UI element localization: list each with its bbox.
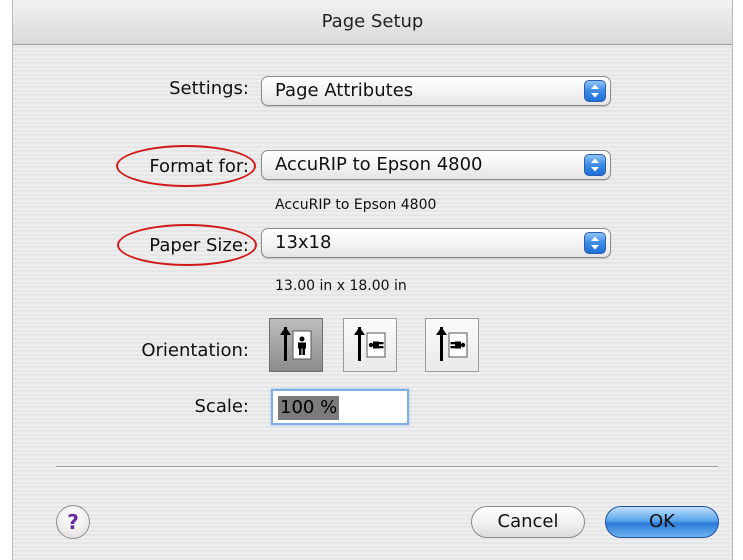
cancel-button[interactable]: Cancel xyxy=(471,506,585,538)
paper-size-popup[interactable]: 13x18 xyxy=(261,228,611,258)
popup-arrows-icon xyxy=(584,154,606,176)
window-title: Page Setup xyxy=(13,0,732,45)
format-for-value: AccuRIP to Epson 4800 xyxy=(275,154,483,175)
divider xyxy=(56,466,718,468)
orientation-label: Orientation: xyxy=(141,340,249,361)
scale-value: 100 % xyxy=(278,396,340,420)
annotation-circle xyxy=(116,145,256,187)
settings-value: Page Attributes xyxy=(275,80,414,101)
popup-arrows-icon xyxy=(584,232,606,254)
orientation-landscape-left-button[interactable] xyxy=(343,318,397,372)
orientation-portrait-button[interactable] xyxy=(269,318,323,372)
orientation-landscape-right-button[interactable] xyxy=(425,318,479,372)
format-for-description: AccuRIP to Epson 4800 xyxy=(275,197,437,213)
ok-button[interactable]: OK xyxy=(605,506,719,538)
annotation-circle xyxy=(117,224,257,266)
landscape-left-icon xyxy=(354,327,386,361)
help-button[interactable]: ? xyxy=(56,505,90,539)
landscape-right-icon xyxy=(436,327,468,361)
paper-size-description: 13.00 in x 18.00 in xyxy=(275,278,407,294)
settings-popup[interactable]: Page Attributes xyxy=(261,76,611,106)
popup-arrows-icon xyxy=(584,80,606,102)
page-setup-dialog: Page Setup Settings: Page Attributes For… xyxy=(12,0,733,560)
paper-size-value: 13x18 xyxy=(275,232,332,253)
format-for-popup[interactable]: AccuRIP to Epson 4800 xyxy=(261,150,611,180)
scale-input[interactable]: 100 % xyxy=(271,389,409,425)
portrait-icon xyxy=(280,327,312,361)
settings-label: Settings: xyxy=(169,78,249,99)
scale-label: Scale: xyxy=(194,396,250,417)
